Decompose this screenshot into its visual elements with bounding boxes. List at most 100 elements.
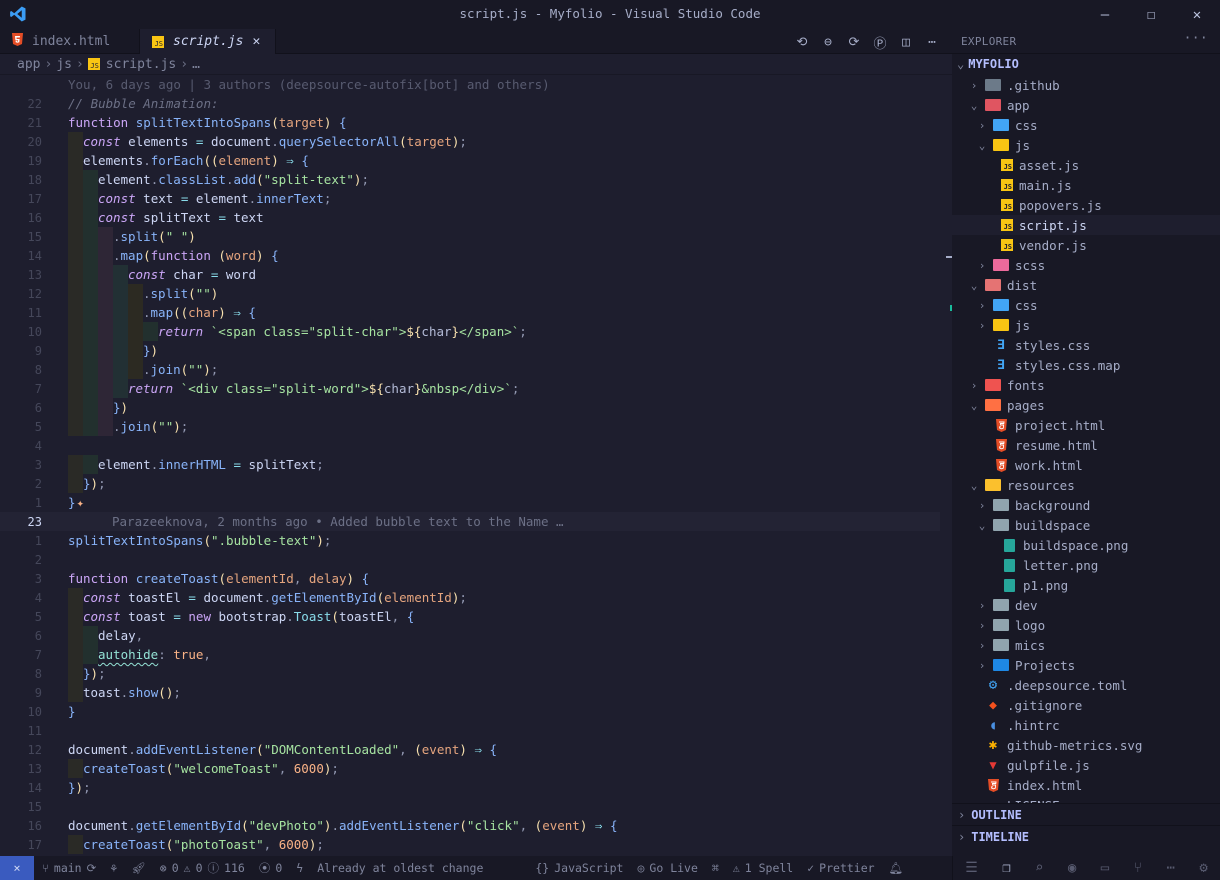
code-line[interactable]: 21 function splitTextIntoSpans(target) { xyxy=(0,113,940,132)
minimize-button[interactable]: — xyxy=(1082,0,1128,29)
tree-folder[interactable]: ⌄ app xyxy=(952,95,1220,115)
language-mode[interactable]: {} JavaScript xyxy=(535,861,623,875)
code-line[interactable]: 1 splitTextIntoSpans(".bubble-text"); xyxy=(0,531,940,550)
code-line[interactable]: 13 createToast("welcomeToast", 6000); xyxy=(0,759,940,778)
code-line[interactable]: 12 .split("") xyxy=(0,284,940,303)
tree-file[interactable]: resume.html xyxy=(952,435,1220,455)
tree-folder[interactable]: ⌄ js xyxy=(952,135,1220,155)
go-live-button[interactable]: ◎ Go Live xyxy=(637,861,697,875)
code-line[interactable]: 10 return `<span class="split-char">${cha… xyxy=(0,322,940,341)
tree-file[interactable]: ∃ styles.css.map xyxy=(952,355,1220,375)
tree-file[interactable]: work.html xyxy=(952,455,1220,475)
tree-file[interactable]: letter.png xyxy=(952,555,1220,575)
code-line[interactable]: 5 .join(""); xyxy=(0,417,940,436)
code-line[interactable]: 12 document.addEventListener("DOMContentL… xyxy=(0,740,940,759)
code-line[interactable]: 6}) xyxy=(0,398,940,417)
tree-file[interactable]: JS main.js xyxy=(952,175,1220,195)
tree-folder[interactable]: ⌄ resources xyxy=(952,475,1220,495)
code-line[interactable]: 16 document.getElementById("devPhoto").ad… xyxy=(0,816,940,835)
tree-folder[interactable]: › css xyxy=(952,115,1220,135)
code-line[interactable]: 5 const toast = new bootstrap.Toast(toast… xyxy=(0,607,940,626)
outline-section[interactable]: › OUTLINE xyxy=(952,803,1220,825)
tree-folder[interactable]: › js xyxy=(952,315,1220,335)
split-editor-icon[interactable]: ◫ xyxy=(898,35,914,50)
code-line[interactable]: 7 autohide: true, xyxy=(0,645,940,664)
code-line[interactable]: 15 .split(" ") xyxy=(0,227,940,246)
deploy-button[interactable]: 🚀︎ xyxy=(131,861,146,875)
tree-folder[interactable]: ⌄ buildspace xyxy=(952,515,1220,535)
code-line[interactable]: 18 element.classList.add("split-text"); xyxy=(0,170,940,189)
code-line[interactable]: 7 return `<div class="split-word">${char}… xyxy=(0,379,940,398)
code-line[interactable]: 1}✦ xyxy=(0,493,940,512)
code-line[interactable]: 11 .map((char) ⇒ { xyxy=(0,303,940,322)
code-line[interactable]: 14}); xyxy=(0,778,940,797)
tree-folder[interactable]: ⌄ dist xyxy=(952,275,1220,295)
code-line[interactable]: 3 function createToast(elementId, delay) … xyxy=(0,569,940,588)
problems-status[interactable]: ⊗ 0 ⚠ 0 ⓘ 116 xyxy=(160,860,245,876)
close-tab-icon[interactable]: ✕ xyxy=(252,34,260,49)
code-line[interactable]: 23 Parazeeknova, 2 months ago • Added bub… xyxy=(0,512,940,531)
tree-file[interactable]: JS script.js xyxy=(952,215,1220,235)
workspace-root[interactable]: ⌄ MYFOLIO xyxy=(952,53,1220,73)
git-graph-button[interactable]: ⚘ xyxy=(110,861,117,875)
tree-folder[interactable]: › background xyxy=(952,495,1220,515)
sync-icon[interactable]: ⟳ xyxy=(87,861,97,875)
breadcrumb-item[interactable]: app xyxy=(17,57,40,72)
code-line[interactable]: 4 const toastEl = document.getElementById… xyxy=(0,588,940,607)
code-line[interactable]: 8 .join(""); xyxy=(0,360,940,379)
copilot-button[interactable]: ⌘ xyxy=(712,861,719,875)
timeline-section[interactable]: › TIMELINE xyxy=(952,825,1220,847)
more-actions-icon[interactable]: ⋯ xyxy=(924,35,940,50)
tree-folder[interactable]: › fonts xyxy=(952,375,1220,395)
tree-file[interactable]: JS popovers.js xyxy=(952,195,1220,215)
code-line[interactable]: 2}); xyxy=(0,474,940,493)
blame-header[interactable]: You, 6 days ago | 3 authors (deepsource-… xyxy=(0,75,940,94)
code-line[interactable]: 6 delay, xyxy=(0,626,940,645)
tree-folder[interactable]: › mics xyxy=(952,635,1220,655)
source-control-icon[interactable]: ⑂ xyxy=(1134,860,1142,876)
tree-file[interactable]: p1.png xyxy=(952,575,1220,595)
gitlens-icon[interactable]: Ⓟ xyxy=(872,33,888,52)
tree-file[interactable]: ⚙ .deepsource.toml xyxy=(952,675,1220,695)
maximize-button[interactable]: ☐ xyxy=(1128,0,1174,29)
code-line[interactable]: 11 xyxy=(0,721,940,740)
breadcrumb-item[interactable]: … xyxy=(192,57,200,72)
code-line[interactable]: 9 toast.show(); xyxy=(0,683,940,702)
open-previous-change-icon[interactable]: ⟲ xyxy=(794,35,810,50)
remote-explorer-icon[interactable]: ▭ xyxy=(1101,860,1109,876)
tree-folder[interactable]: › scss xyxy=(952,255,1220,275)
breadcrumb-item[interactable]: script.js xyxy=(106,57,176,72)
ports-status[interactable]: ⦿ 0 xyxy=(259,860,282,876)
blame-text[interactable]: You, 6 days ago | 3 authors (deepsource-… xyxy=(68,77,550,92)
code-line[interactable]: 15 xyxy=(0,797,940,816)
gear-icon[interactable]: ⚙ xyxy=(1199,860,1207,876)
tab-script-js[interactable]: JS script.js ✕ xyxy=(140,29,276,54)
code-line[interactable]: 3 element.innerHTML = splitText; xyxy=(0,455,940,474)
tree-file[interactable]: JS vendor.js xyxy=(952,235,1220,255)
search-icon[interactable]: ⌕ xyxy=(1035,860,1043,876)
code-line[interactable]: 19 elements.forEach((element) ⇒ { xyxy=(0,151,940,170)
code-line[interactable]: 4 xyxy=(0,436,940,455)
code-line[interactable]: 17 const text = element.innerText; xyxy=(0,189,940,208)
tree-folder[interactable]: › logo xyxy=(952,615,1220,635)
code-line[interactable]: 14 .map(function (word) { xyxy=(0,246,940,265)
tree-file[interactable]: ✱ github-metrics.svg xyxy=(952,735,1220,755)
tab-index-html[interactable]: index.html xyxy=(0,29,140,54)
tree-file[interactable]: ◖ .hintrc xyxy=(952,715,1220,735)
explorer-files-icon[interactable]: ❐ xyxy=(1002,860,1010,876)
open-next-change-icon[interactable]: ⟳ xyxy=(846,35,862,50)
code-line[interactable]: 2 xyxy=(0,550,940,569)
branch-status[interactable]: ⑂ main ⟳ xyxy=(42,861,96,875)
tree-folder[interactable]: › .github xyxy=(952,75,1220,95)
tree-folder[interactable]: › Projects xyxy=(952,655,1220,675)
menu-icon[interactable]: ☰ xyxy=(965,860,978,876)
tree-file[interactable]: ◆ .gitignore xyxy=(952,695,1220,715)
lightning-button[interactable]: ϟ xyxy=(296,861,303,875)
code-line[interactable]: 20 const elements = document.querySelecto… xyxy=(0,132,940,151)
more-actions-icon[interactable]: ··· xyxy=(1184,31,1208,46)
tree-file[interactable]: index.html xyxy=(952,775,1220,795)
more-icon[interactable]: ⋯ xyxy=(1166,860,1174,876)
github-icon[interactable]: ◉ xyxy=(1068,860,1076,876)
code-line[interactable]: 17 createToast("photoToast", 6000); xyxy=(0,835,940,854)
remote-indicator[interactable]: ⨯ xyxy=(0,856,34,880)
